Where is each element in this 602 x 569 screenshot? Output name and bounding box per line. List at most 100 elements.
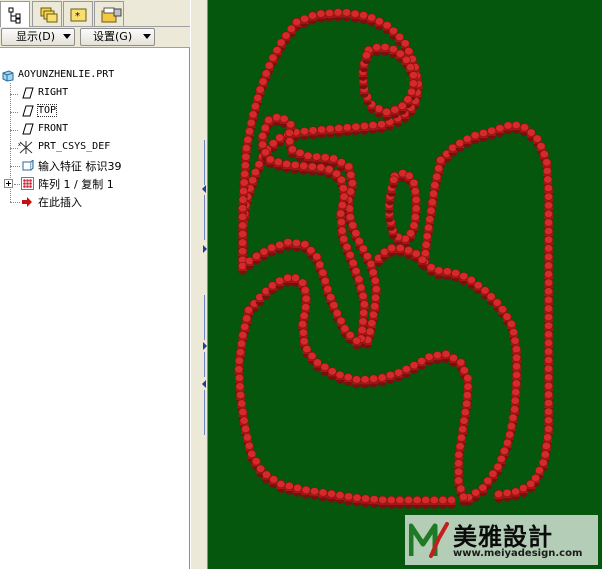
collapse-left-arrow-icon[interactable] xyxy=(202,185,206,193)
bead xyxy=(242,433,252,442)
bead xyxy=(250,102,260,111)
collapse-left-arrow-icon[interactable] xyxy=(202,380,206,388)
bead xyxy=(290,160,300,170)
tab-folder-browser[interactable] xyxy=(94,1,124,26)
bead xyxy=(333,8,343,17)
bead xyxy=(344,162,354,171)
bead xyxy=(400,39,410,48)
expand-right-arrow-icon[interactable] xyxy=(203,342,207,350)
tree-item-insert-here[interactable]: 在此插入 xyxy=(0,194,188,210)
settings-dropdown-button[interactable]: 设置(G) xyxy=(80,28,155,46)
bead xyxy=(544,407,554,416)
settings-dropdown-label: 设置(G) xyxy=(93,30,133,43)
bead xyxy=(426,263,436,272)
bead xyxy=(361,494,371,503)
bead xyxy=(438,495,448,505)
expand-right-arrow-icon[interactable] xyxy=(203,245,207,253)
bead xyxy=(303,151,313,160)
bead xyxy=(502,312,512,321)
tree-item-right[interactable]: RIGHT xyxy=(0,86,188,102)
tab-favorites[interactable]: * xyxy=(63,1,93,26)
bead xyxy=(238,212,248,221)
bead xyxy=(347,179,357,188)
bead xyxy=(506,319,516,329)
model-tree-icon xyxy=(8,7,21,24)
tree-item-pattern[interactable]: 阵列 1 / 复制 1 xyxy=(0,176,188,192)
bead xyxy=(265,155,275,164)
tree-item-csys[interactable]: x PRT_CSYS_DEF xyxy=(0,140,188,156)
bead xyxy=(276,479,286,489)
bead xyxy=(352,336,362,345)
bead xyxy=(456,433,466,442)
bead xyxy=(542,166,552,176)
bead xyxy=(239,416,249,425)
bead xyxy=(272,46,282,55)
watermark: 美雅設計 www.meiyadesign.com xyxy=(405,515,598,565)
bead xyxy=(264,115,274,125)
bead xyxy=(352,375,362,384)
tree-item-top[interactable]: TOP xyxy=(0,104,188,120)
bead xyxy=(339,192,349,201)
bead xyxy=(247,449,257,459)
bead xyxy=(334,124,344,133)
bead xyxy=(324,8,334,18)
bead xyxy=(362,252,372,261)
bead xyxy=(240,169,250,178)
bead xyxy=(544,218,554,227)
bead xyxy=(308,11,318,20)
tree-item-label: RIGHT xyxy=(38,87,69,98)
bead xyxy=(478,483,488,492)
bead xyxy=(316,9,326,18)
bead xyxy=(544,235,554,244)
tree-item-front[interactable]: FRONT xyxy=(0,122,188,138)
bead xyxy=(283,238,293,247)
bead xyxy=(238,195,248,204)
bead xyxy=(336,158,346,167)
bead xyxy=(386,495,396,505)
bead xyxy=(258,77,268,86)
bead xyxy=(496,454,506,464)
tree-item-label: FRONT xyxy=(38,123,69,134)
panel-tab-bar: * xyxy=(0,0,190,28)
bead xyxy=(320,153,330,162)
bead xyxy=(329,154,339,163)
expand-plus-icon[interactable] xyxy=(4,179,14,189)
bead xyxy=(543,184,553,193)
tree-root-item[interactable]: AOYUNZHENLIE.PRT xyxy=(0,68,188,84)
bead xyxy=(395,243,405,253)
bead xyxy=(301,294,311,303)
bead xyxy=(417,357,427,366)
bead xyxy=(269,475,279,484)
bead xyxy=(511,120,521,130)
bead xyxy=(371,293,381,302)
panel-splitter[interactable] xyxy=(190,0,208,569)
folder-browser-icon xyxy=(101,7,122,23)
bead xyxy=(455,139,465,148)
bead xyxy=(237,399,247,408)
bead xyxy=(512,362,522,371)
tab-layers[interactable] xyxy=(32,1,62,26)
bead xyxy=(312,252,322,261)
bead xyxy=(526,128,536,137)
bead xyxy=(239,178,249,187)
bead xyxy=(394,368,404,377)
display-dropdown-button[interactable]: 显示(D) xyxy=(1,28,75,46)
bead xyxy=(366,259,376,269)
tab-model-tree[interactable] xyxy=(0,1,30,28)
svg-text:*: * xyxy=(75,11,80,22)
bead xyxy=(240,161,250,170)
bead xyxy=(248,110,258,119)
bead xyxy=(544,287,554,296)
bead xyxy=(544,252,554,261)
bead xyxy=(422,232,432,241)
graphics-window[interactable] xyxy=(208,0,602,569)
bead xyxy=(459,416,469,425)
bead xyxy=(503,121,513,130)
tree-item-import-feature[interactable]: 输入特征 标识39 xyxy=(0,158,188,174)
bead xyxy=(372,43,382,52)
bead xyxy=(544,399,554,408)
bead xyxy=(454,450,464,459)
bead xyxy=(367,319,377,328)
datum-plane-icon xyxy=(22,87,34,99)
insert-here-arrow-icon xyxy=(22,197,32,207)
